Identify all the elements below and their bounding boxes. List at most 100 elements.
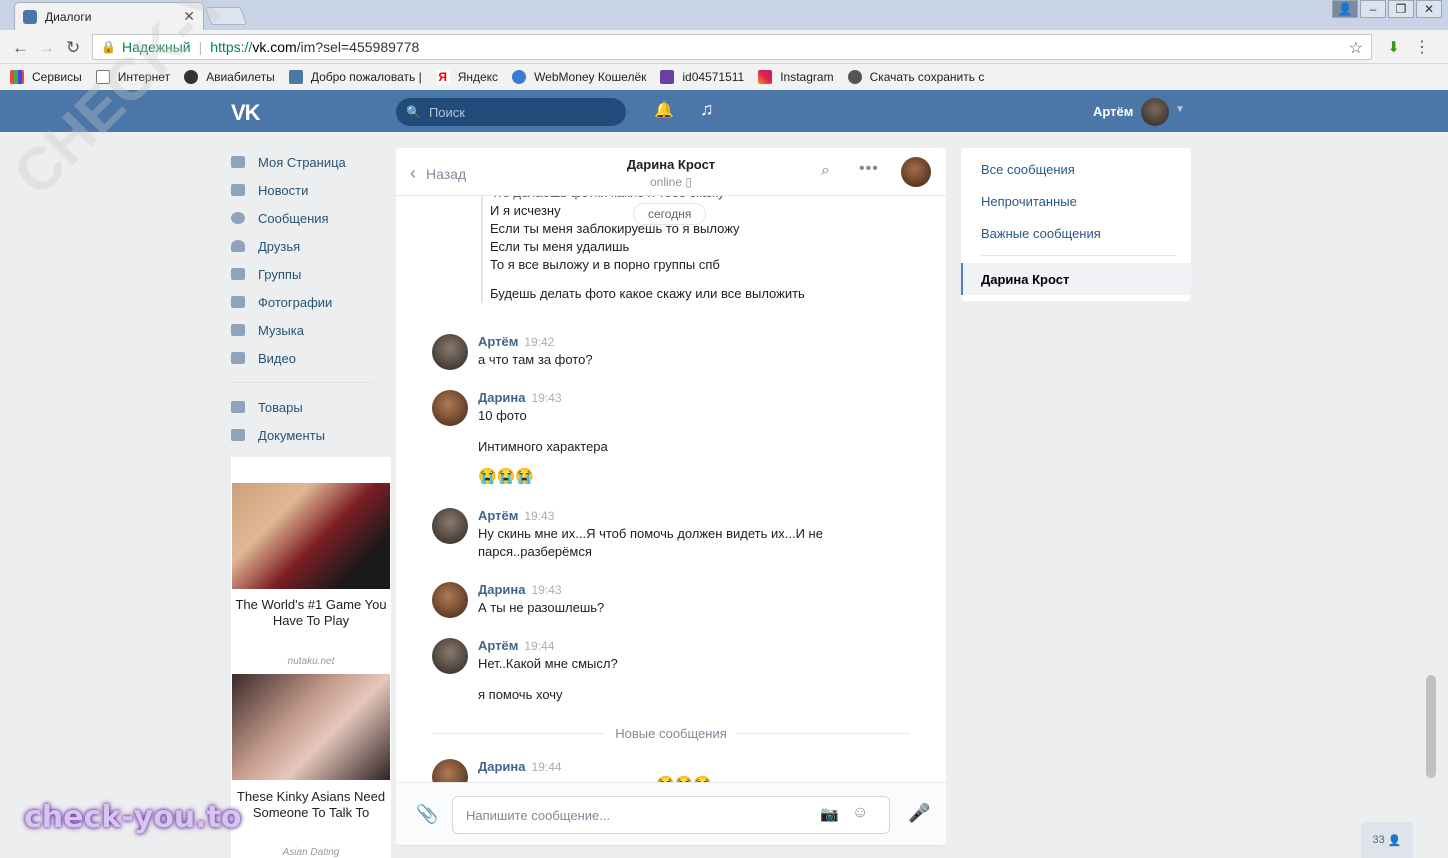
sidebar-item-groups[interactable]: Группы [231,260,391,288]
music-note-icon[interactable]: ♫ [700,99,714,120]
avatar[interactable] [432,390,468,426]
message-time: 19:44 [531,760,562,774]
bookmark-internet[interactable]: Интернет [95,70,170,84]
microphone-icon[interactable]: 🎤 [908,803,930,824]
group-icon [231,268,245,280]
search-placeholder: Поиск [428,104,465,120]
lock-icon: 🔒 [101,40,116,54]
message-time: 19:44 [524,639,555,653]
message-author[interactable]: Артём 19:43 [478,508,554,523]
filter-all-messages[interactable]: Все сообщения [981,162,1075,177]
browser-tab-bar: Диалоги ✕ 👤 – ❐ ✕ [0,0,1448,30]
bell-icon[interactable]: 🔔 [654,100,674,120]
avatar[interactable] [432,334,468,370]
message-text: парся..разберёмся [478,544,592,559]
message-text: Нет..Какой мне смысл? [478,656,618,671]
message-author[interactable]: Дарина 19:43 [478,582,562,597]
bookmark-id[interactable]: id04571511 [660,70,744,84]
search-icon[interactable]: ⌕ [821,162,830,180]
ad-source: nutaku.net [287,656,335,667]
paperclip-icon[interactable]: 📎 [416,804,438,825]
bookmark-webmoney[interactable]: WebMoney Кошелёк [512,70,646,84]
sidebar-item-label: Музыка [258,322,304,338]
sidebar-item-messages[interactable]: Сообщения [231,204,391,232]
maximize-icon[interactable]: ❐ [1388,0,1414,18]
avatar[interactable] [432,638,468,674]
ads-block: The World's #1 Game You Have To Play nut… [231,457,391,858]
header-avatar[interactable] [1141,98,1169,126]
avatar[interactable] [432,508,468,544]
bookmark-vk[interactable]: Добро пожаловать | [288,70,422,84]
message-time: 19:42 [524,335,555,349]
active-dialog-item[interactable]: Дарина Крост [961,263,1191,295]
reload-icon[interactable]: ↻ [66,38,80,58]
sidebar-item-label: Документы [258,427,326,443]
forwarded-line: Будешь делать фото какое скажу или все в… [490,286,805,301]
vk-logo[interactable]: VK [231,100,261,126]
bookmark-services[interactable]: Сервисы [10,70,82,84]
ad-title[interactable]: The World's #1 Game You Have To Play [231,597,391,629]
message-author[interactable]: Артём 19:42 [478,334,554,349]
ad-title[interactable]: These Kinky Asians Need Someone To Talk … [231,789,391,821]
message-text: Интимного характера [478,439,608,454]
ad-image[interactable] [232,674,390,780]
smiley-icon[interactable]: ☺ [852,804,868,822]
forward-arrow-icon[interactable]: → [38,38,55,58]
avatar[interactable] [432,582,468,618]
plane-icon [184,70,199,84]
bookmark-yandex[interactable]: Я Яндекс [435,70,498,84]
bookmarks-bar: Сервисы Интернет Авиабилеты Добро пожало… [0,64,1448,90]
ad-image[interactable] [232,483,390,589]
author-name: Дарина [478,582,526,597]
camera-icon [231,296,245,308]
filter-important[interactable]: Важные сообщения [981,226,1101,241]
bookmark-label: Instagram [780,70,834,84]
close-window-icon[interactable]: ✕ [1416,0,1442,18]
url-host: vk.com [252,39,297,55]
more-icon[interactable]: ••• [859,160,879,178]
page-scrollbar-thumb[interactable] [1426,675,1436,778]
bookmark-label: Авиабилеты [206,70,275,84]
ad-source: Asian Dating [282,847,340,858]
author-name: Артём [478,638,519,653]
close-tab-icon[interactable]: ✕ [183,8,195,25]
download-extension-icon[interactable]: ⬇ [1387,38,1400,56]
sidebar-item-video[interactable]: Видео [231,344,391,372]
news-icon [231,184,245,196]
bookmark-instagram[interactable]: Instagram [758,70,834,84]
bookmark-star-icon[interactable]: ☆ [1349,38,1363,58]
sidebar-item-news[interactable]: Новости [231,176,391,204]
sidebar-item-music[interactable]: Музыка [231,316,391,344]
peer-avatar[interactable] [901,157,931,187]
header-user-name[interactable]: Артём [1093,104,1133,119]
new-tab-button[interactable] [204,7,248,25]
chat-panel: ‹ Назад Дарина Крост online ▯ ⌕ ••• сегод… [396,148,946,845]
url-input[interactable]: 🔒 Надежный | https://vk.com/im?sel=45598… [92,34,1372,60]
back-arrow-icon[interactable]: ← [12,38,29,58]
bookmark-avia[interactable]: Авиабилеты [184,70,275,84]
camera-icon[interactable]: 📷 [820,805,839,823]
message-author[interactable]: Артём 19:44 [478,638,554,653]
minimize-icon[interactable]: – [1360,0,1386,18]
sidebar-item-my-page[interactable]: Моя Страница [231,148,391,176]
sidebar-item-friends[interactable]: Друзья [231,232,391,260]
filter-unread[interactable]: Непрочитанные [981,194,1077,209]
profile-icon[interactable]: 👤 [1332,0,1358,18]
browser-menu-icon[interactable]: ⋮ [1414,37,1430,57]
browser-tab[interactable]: Диалоги ✕ [14,2,204,30]
sidebar-item-goods[interactable]: Товары [231,393,391,421]
online-counter-badge[interactable]: 33 👤 [1361,822,1413,858]
sidebar-item-photos[interactable]: Фотографии [231,288,391,316]
search-input[interactable]: 🔍 Поиск [396,98,626,126]
url-path: /im?sel=455989778 [296,39,420,55]
chevron-down-icon[interactable]: ▼ [1175,104,1185,115]
message-author[interactable]: Дарина 19:43 [478,390,562,405]
bookmark-download[interactable]: Скачать сохранить с [847,70,984,84]
sidebar-item-documents[interactable]: Документы [231,421,391,449]
vk-icon [288,70,303,84]
home-icon [231,156,245,168]
message-composer: 📎 Напишите сообщение... 📷 ☺ 🎤 [396,782,946,845]
message-author[interactable]: Дарина 19:44 [478,759,562,774]
document-icon [231,429,245,441]
instagram-icon [758,70,773,84]
